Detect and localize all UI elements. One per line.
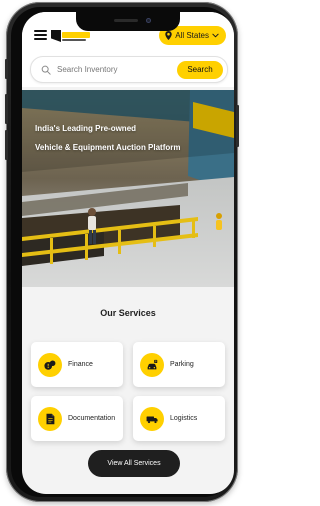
phone-screen: All States Search Inventory Search India… bbox=[22, 12, 234, 494]
logistics-icon-badge bbox=[140, 406, 164, 431]
volume-down-button bbox=[5, 130, 8, 160]
svg-text:P: P bbox=[155, 359, 157, 363]
view-all-services-button[interactable]: View All Services bbox=[88, 450, 180, 477]
earpiece-speaker bbox=[114, 19, 138, 22]
parking-icon: P bbox=[147, 359, 158, 369]
finance-icon bbox=[44, 359, 56, 370]
phone-notch bbox=[76, 12, 180, 31]
service-card-logistics[interactable]: Logistics bbox=[133, 396, 225, 441]
documentation-icon-badge bbox=[38, 406, 62, 431]
front-camera bbox=[146, 18, 151, 23]
logo-tagline-line bbox=[62, 39, 86, 41]
service-label-logistics: Logistics bbox=[170, 415, 198, 422]
documentation-icon bbox=[46, 413, 55, 424]
logo-mark bbox=[51, 30, 61, 42]
logo-bar bbox=[62, 32, 90, 38]
power-button bbox=[236, 105, 239, 147]
volume-up-button bbox=[5, 94, 8, 124]
services-heading: Our Services bbox=[100, 308, 156, 318]
search-input[interactable] bbox=[57, 65, 177, 74]
location-label: All States bbox=[175, 31, 209, 40]
hero-line-1: India's Leading Pre-owned bbox=[35, 124, 137, 133]
parking-icon-badge: P bbox=[140, 352, 164, 377]
hero-banner: India's Leading Pre-owned Vehicle & Equi… bbox=[22, 90, 234, 287]
hero-caption: India's Leading Pre-owned Vehicle & Equi… bbox=[35, 119, 217, 157]
service-card-finance[interactable]: Finance bbox=[31, 342, 123, 387]
finance-icon-badge bbox=[38, 352, 62, 377]
service-card-parking[interactable]: P Parking bbox=[133, 342, 225, 387]
hero-line-2: Vehicle & Equipment Auction Platform bbox=[35, 143, 181, 152]
menu-icon[interactable] bbox=[34, 30, 47, 41]
service-label-documentation: Documentation bbox=[68, 415, 116, 422]
service-card-documentation[interactable]: Documentation bbox=[31, 396, 123, 441]
location-pin-icon bbox=[165, 31, 172, 40]
search-bar: Search bbox=[30, 56, 228, 83]
service-label-finance: Finance bbox=[68, 361, 93, 368]
silent-switch bbox=[5, 59, 8, 79]
search-icon bbox=[41, 65, 51, 75]
service-label-parking: Parking bbox=[170, 361, 194, 368]
search-button[interactable]: Search bbox=[177, 60, 223, 79]
phone-frame: All States Search Inventory Search India… bbox=[5, 2, 239, 502]
chevron-down-icon bbox=[212, 33, 219, 38]
logistics-icon bbox=[146, 416, 158, 423]
